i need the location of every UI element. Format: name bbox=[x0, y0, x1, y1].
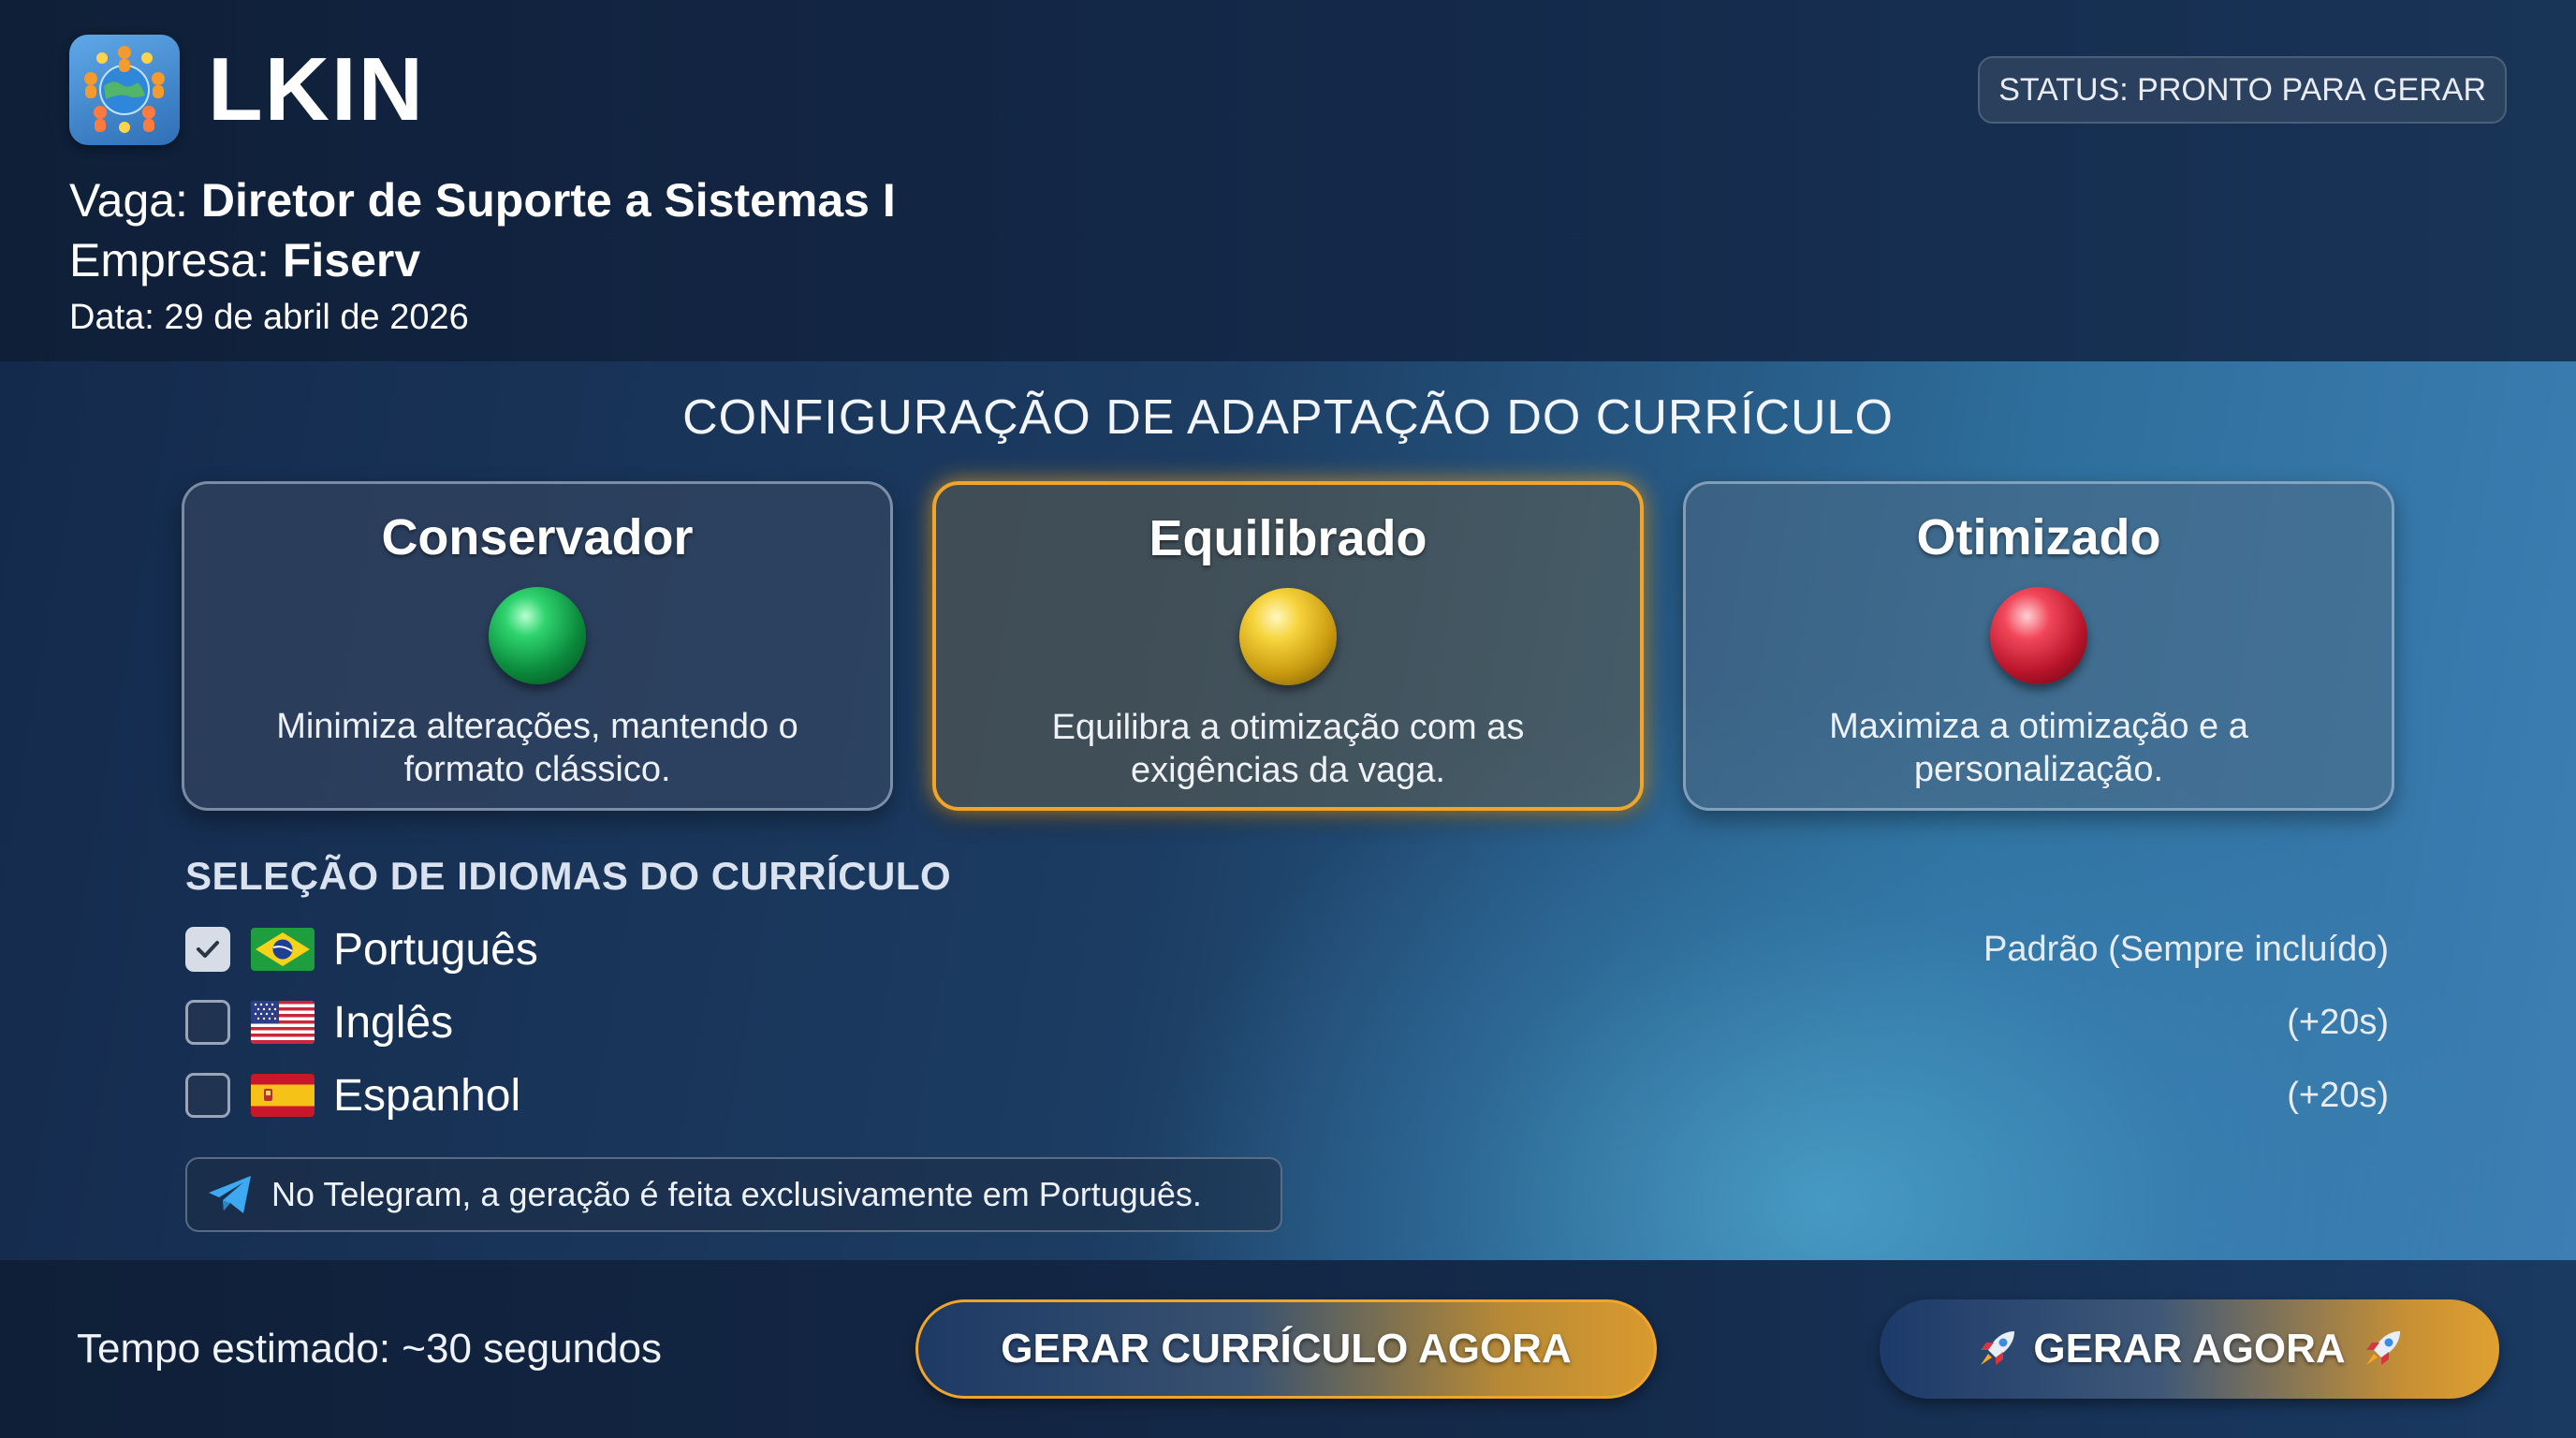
app-name: LKIN bbox=[208, 39, 425, 139]
language-checkbox-ingles[interactable] bbox=[185, 1000, 230, 1045]
header: LKIN STATUS: PRONTO PARA GERAR Vaga: Dir… bbox=[0, 0, 2576, 361]
section-title: CONFIGURAÇÃO DE ADAPTAÇÃO DO CURRÍCULO bbox=[682, 390, 1894, 445]
language-note: (+20s) bbox=[2287, 1002, 2389, 1042]
generate-resume-button[interactable]: GERAR CURRÍCULO AGORA bbox=[915, 1299, 1657, 1399]
brand: LKIN bbox=[69, 35, 425, 145]
generate-now-button[interactable]: GERAR AGORA bbox=[1880, 1299, 2499, 1399]
logo-icon bbox=[69, 35, 180, 145]
company-line: Empresa: Fiserv bbox=[69, 230, 896, 290]
option-card-conservador[interactable]: Conservador Minimiza alterações, mantend… bbox=[182, 481, 893, 811]
red-orb-icon bbox=[1990, 587, 2087, 684]
option-card-otimizado[interactable]: Otimizado Maximiza a otimização e a pers… bbox=[1683, 481, 2394, 811]
option-title: Equilibrado bbox=[1149, 510, 1427, 566]
telegram-notice-text: No Telegram, a geração é feita exclusiva… bbox=[271, 1175, 1202, 1213]
language-checkbox-portugues[interactable] bbox=[185, 927, 230, 972]
telegram-icon bbox=[209, 1176, 251, 1213]
language-note: (+20s) bbox=[2287, 1075, 2389, 1115]
vaga-value: Diretor de Suporte a Sistemas I bbox=[200, 174, 896, 227]
main-panel: CONFIGURAÇÃO DE ADAPTAÇÃO DO CURRÍCULO C… bbox=[0, 361, 2576, 1260]
vaga-label: Vaga: bbox=[69, 174, 188, 227]
date-line: Data: 29 de abril de 2026 bbox=[69, 298, 469, 337]
brazil-flag-icon bbox=[251, 928, 315, 971]
check-icon bbox=[197, 941, 219, 958]
language-name: Inglês bbox=[333, 997, 454, 1048]
language-row-espanhol: Espanhol (+20s) bbox=[185, 1065, 2389, 1125]
empresa-label: Empresa: bbox=[69, 234, 270, 286]
usa-flag-icon bbox=[251, 1001, 315, 1044]
yellow-orb-icon bbox=[1239, 588, 1337, 685]
option-card-equilibrado[interactable]: Equilibrado Equilibra a otimização com a… bbox=[932, 481, 1644, 811]
language-name: Português bbox=[333, 924, 538, 975]
option-title: Otimizado bbox=[1916, 509, 2161, 565]
option-description: Minimiza alterações, mantendo o formato … bbox=[276, 707, 798, 789]
language-checkbox-espanhol[interactable] bbox=[185, 1073, 230, 1118]
option-description: Maximiza a otimização e a personalização… bbox=[1829, 707, 2248, 789]
status-badge: STATUS: PRONTO PARA GERAR bbox=[1978, 56, 2507, 124]
option-title: Conservador bbox=[381, 509, 694, 565]
language-note: Padrão (Sempre incluído) bbox=[1983, 929, 2389, 969]
option-description: Equilibra a otimização com as exigências… bbox=[1051, 708, 1525, 790]
green-orb-icon bbox=[489, 587, 586, 684]
job-info: Vaga: Diretor de Suporte a Sistemas I Em… bbox=[69, 170, 896, 341]
generate-now-label: GERAR AGORA bbox=[2033, 1326, 2346, 1372]
language-row-portugues: Português Padrão (Sempre incluído) bbox=[185, 919, 2389, 979]
language-row-ingles: Inglês (+20s) bbox=[185, 992, 2389, 1052]
telegram-notice: No Telegram, a geração é feita exclusiva… bbox=[185, 1157, 1282, 1232]
languages-title: SELEÇÃO DE IDIOMAS DO CURRÍCULO bbox=[185, 854, 952, 898]
rocket-icon bbox=[1973, 1326, 2020, 1372]
rocket-icon bbox=[2359, 1326, 2406, 1372]
estimated-time: Tempo estimado: ~30 segundos bbox=[77, 1326, 662, 1372]
job-title-line: Vaga: Diretor de Suporte a Sistemas I bbox=[69, 170, 896, 230]
spain-flag-icon bbox=[251, 1074, 315, 1117]
language-name: Espanhol bbox=[333, 1070, 521, 1121]
empresa-value: Fiserv bbox=[282, 234, 421, 286]
footer: Tempo estimado: ~30 segundos GERAR CURRÍ… bbox=[0, 1260, 2576, 1438]
